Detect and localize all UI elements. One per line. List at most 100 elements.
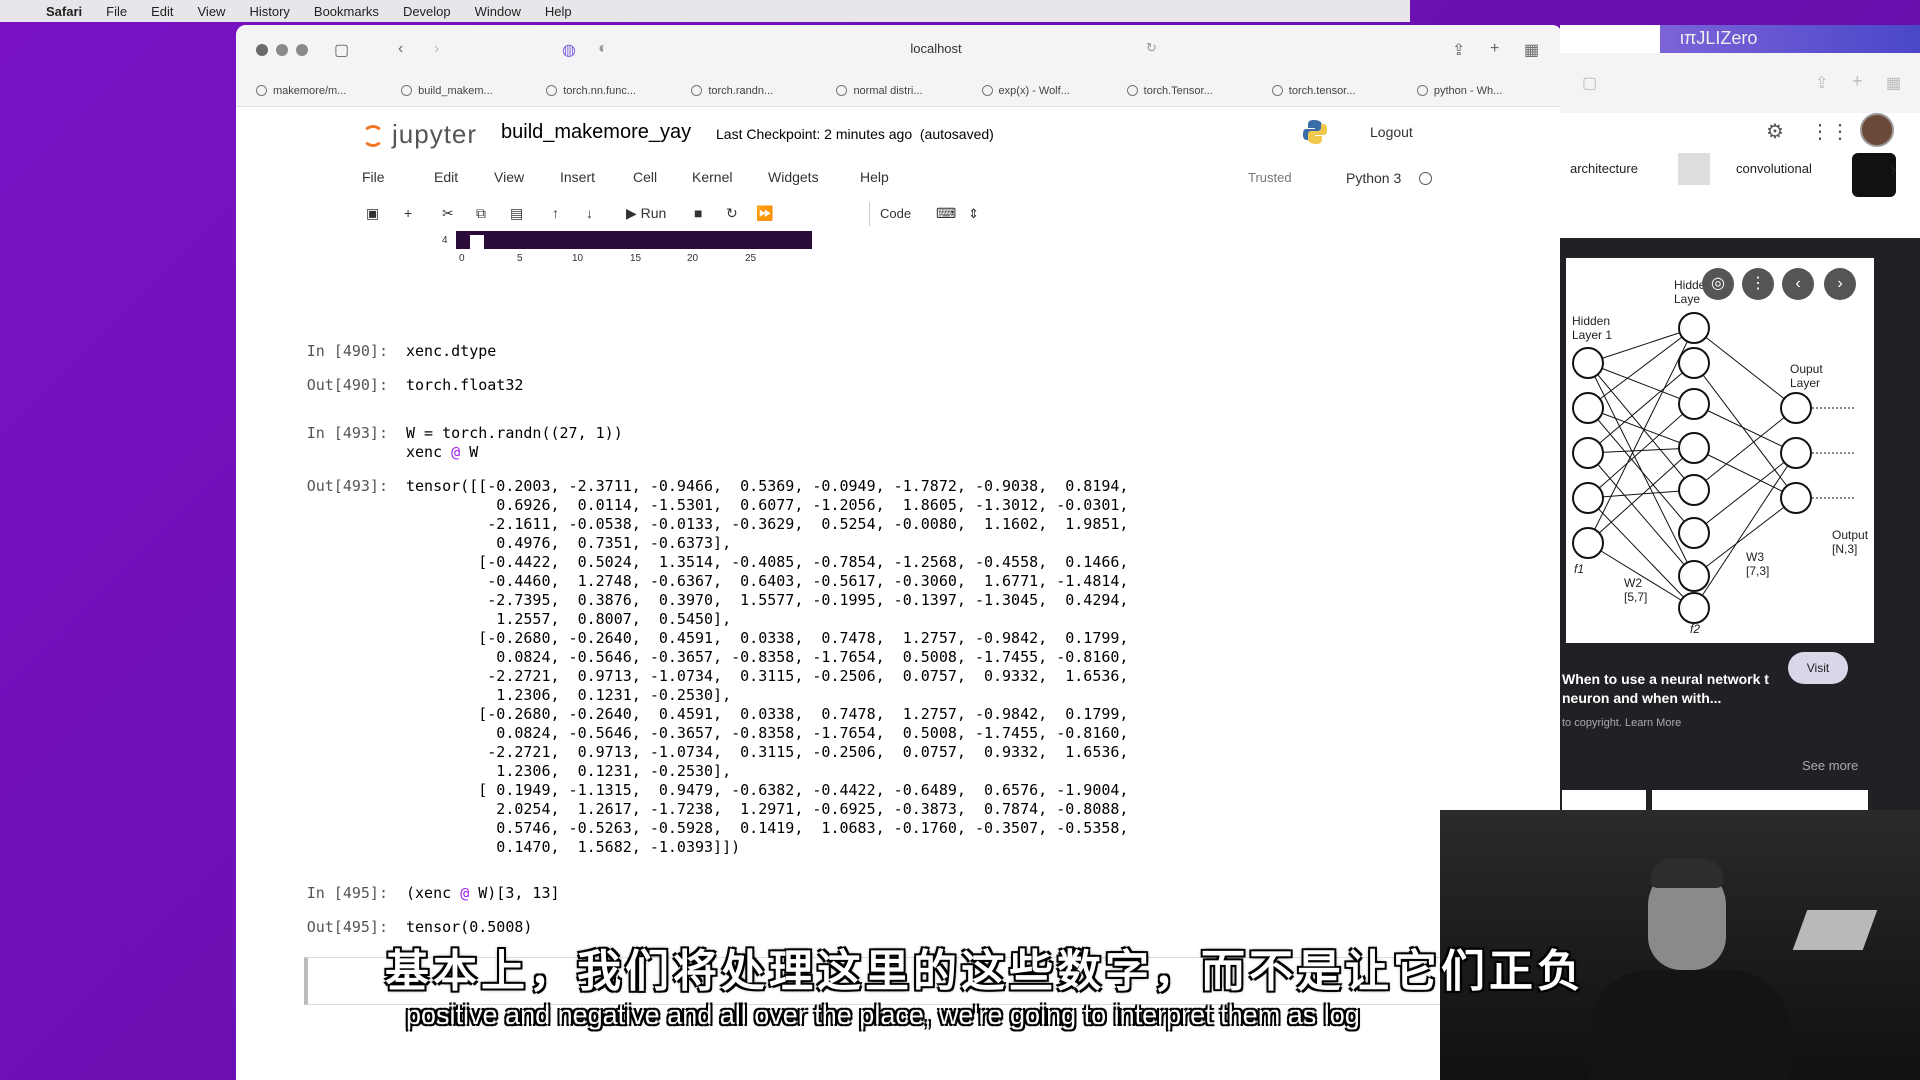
x-tick-label: 25	[745, 253, 757, 264]
trusted-indicator[interactable]: Trusted	[1248, 170, 1292, 185]
move-up-icon[interactable]: ↑	[552, 205, 559, 221]
jmenu-cell[interactable]: Cell	[633, 169, 657, 185]
share-icon[interactable]: ⇪	[1452, 40, 1465, 60]
run-button[interactable]: ▶ Run	[626, 205, 666, 222]
tab-torch-randn[interactable]: torch.randn...	[691, 85, 836, 97]
tab-torch-Tensor[interactable]: torch.Tensor...	[1126, 85, 1272, 97]
result-title[interactable]: When to use a neural network t neuron an…	[1562, 670, 1792, 708]
jmenu-help[interactable]: Help	[860, 169, 889, 185]
tab-label: python - Wh...	[1433, 84, 1503, 97]
shield-icon[interactable]: ◐	[598, 40, 608, 58]
menu-file[interactable]: File	[106, 4, 127, 19]
cell-input[interactable]: W = torch.randn((27, 1)) xenc @ W	[406, 424, 623, 462]
tab-wolfram[interactable]: exp(x) - Wolf...	[981, 84, 1127, 97]
subtitle-chinese: 基本上，我们将处理这里的这些数字，而不是让它们正负	[385, 946, 1585, 997]
menu-develop[interactable]: Develop	[403, 4, 451, 19]
kernel-name[interactable]: Python 3	[1346, 170, 1401, 186]
jupyter-logo[interactable]: jupyter	[362, 119, 477, 150]
close-window-button[interactable]	[256, 44, 268, 56]
related-thumbnail[interactable]	[1652, 790, 1868, 810]
more-options-icon[interactable]: ⋮	[1742, 268, 1774, 300]
tab-torch-nn-func[interactable]: torch.nn.func...	[546, 85, 691, 97]
title-bar: ▢ ‹ › ◍ ◐ localhost ↻ ⇪ + ▦	[236, 25, 1562, 75]
jmenu-file[interactable]: File	[362, 169, 385, 185]
visit-button[interactable]: Visit	[1788, 652, 1848, 684]
tab-label: makemore/m...	[273, 84, 347, 97]
new-tab-icon[interactable]: +	[1490, 40, 1499, 58]
notebook-name[interactable]: build_makemore_yay	[501, 121, 691, 144]
menu-history[interactable]: History	[249, 4, 289, 19]
tab-torch-tensor[interactable]: torch.tensor...	[1271, 84, 1417, 97]
menu-bookmarks[interactable]: Bookmarks	[314, 4, 379, 19]
sidebar-icon[interactable]: ▢	[1582, 73, 1597, 93]
secondary-toolbar: ▢ ⇪ + ▦	[1560, 53, 1920, 113]
cell-input[interactable]: (xenc @ W)[3, 13]	[406, 884, 560, 903]
see-more-link[interactable]: See more	[1802, 758, 1858, 773]
jmenu-insert[interactable]: Insert	[560, 169, 595, 185]
jmenu-kernel[interactable]: Kernel	[692, 169, 732, 185]
cell-input[interactable]: xenc.dtype	[406, 342, 496, 361]
wolfram-icon	[981, 85, 993, 96]
save-icon[interactable]: ▣	[366, 205, 379, 222]
lens-icon[interactable]: ◎	[1702, 268, 1734, 300]
reload-icon[interactable]: ↻	[1146, 40, 1157, 56]
jmenu-widgets[interactable]: Widgets	[768, 169, 819, 185]
avatar[interactable]	[1860, 113, 1894, 147]
cell-type-select[interactable]: Code ⇕	[869, 202, 989, 226]
jmenu-view[interactable]: View	[494, 169, 524, 185]
chip-convolutional[interactable]: convolutional	[1736, 161, 1812, 176]
tab-makemore[interactable]: makemore/m...	[256, 85, 401, 97]
fast-forward-icon[interactable]: ⏩	[756, 205, 773, 222]
label-f1: f1	[1574, 562, 1585, 576]
share-icon[interactable]: ⇪	[1815, 73, 1828, 93]
neural-network-diagram[interactable]: Hidden Layer 1 Hidden Laye Ouput Layer O…	[1566, 258, 1874, 643]
back-icon[interactable]: ‹	[398, 40, 403, 58]
minimize-window-button[interactable]	[276, 44, 288, 56]
kernel-status-icon	[1419, 172, 1432, 185]
related-thumbnail[interactable]	[1562, 790, 1646, 810]
jmenu-edit[interactable]: Edit	[434, 169, 458, 185]
menu-help[interactable]: Help	[545, 4, 572, 19]
next-image-icon[interactable]: ›	[1824, 268, 1856, 300]
address-bar[interactable]: localhost	[796, 41, 1076, 56]
label-w3: W3 [7,3]	[1746, 550, 1770, 578]
new-tab-icon[interactable]: +	[1852, 71, 1863, 92]
tab-overview-icon[interactable]: ▦	[1886, 73, 1901, 93]
apps-grid-icon[interactable]: ⋮⋮	[1810, 119, 1850, 144]
tab-label: torch.tensor...	[1288, 84, 1356, 97]
restart-icon[interactable]: ↻	[726, 205, 738, 222]
cell-prompt-out: Out[490]:	[306, 376, 388, 394]
settings-icon[interactable]: ⚙	[1766, 119, 1784, 144]
jupyter-logo-icon	[362, 125, 384, 148]
menu-app-safari[interactable]: Safari	[46, 4, 82, 19]
tab-label: normal distri...	[853, 84, 923, 97]
tab-build-makemore[interactable]: build_makem...	[401, 85, 546, 97]
insert-cell-icon[interactable]: +	[404, 205, 412, 221]
chip-architecture[interactable]: architecture	[1570, 161, 1638, 176]
stop-icon[interactable]: ■	[694, 205, 702, 221]
google-icon	[836, 85, 848, 96]
tab-python[interactable]: python - Wh...	[1416, 84, 1562, 97]
tab-overview-icon[interactable]: ▦	[1524, 40, 1539, 60]
menu-view[interactable]: View	[198, 4, 226, 19]
keyboard-icon[interactable]: ⌨	[936, 205, 956, 222]
torch-icon	[1416, 85, 1428, 96]
person-body	[1590, 970, 1790, 1080]
move-down-icon[interactable]: ↓	[586, 205, 593, 221]
torch-icon	[691, 85, 703, 96]
privacy-icon[interactable]: ◍	[562, 40, 576, 60]
safari-window: ▢ ‹ › ◍ ◐ localhost ↻ ⇪ + ▦ makemore/m..…	[236, 25, 1562, 1080]
tab-normal-distri[interactable]: normal distri...	[836, 85, 981, 97]
copy-icon[interactable]: ⧉	[476, 205, 486, 222]
logout-button[interactable]: Logout	[1370, 124, 1413, 140]
chevron-right-icon[interactable]: ›	[1890, 159, 1897, 182]
cut-icon[interactable]: ✂	[442, 205, 454, 222]
sidebar-icon[interactable]: ▢	[334, 40, 349, 60]
paste-icon[interactable]: ▤	[510, 205, 523, 222]
menu-edit[interactable]: Edit	[151, 4, 173, 19]
previous-image-icon[interactable]: ‹	[1782, 268, 1814, 300]
tab-label: exp(x) - Wolf...	[998, 84, 1070, 97]
zoom-window-button[interactable]	[296, 44, 308, 56]
menu-window[interactable]: Window	[475, 4, 521, 19]
forward-icon[interactable]: ›	[434, 40, 439, 58]
